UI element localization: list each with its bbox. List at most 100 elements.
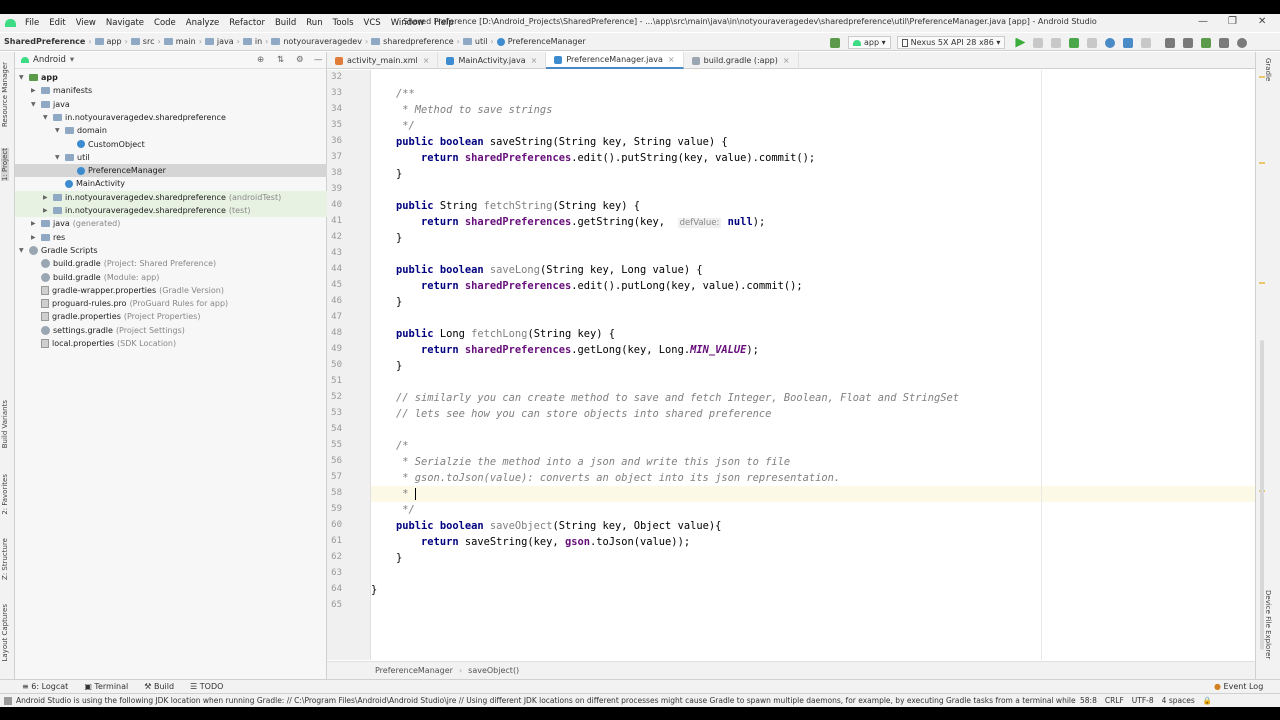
avd-manager-icon[interactable] <box>1183 37 1194 48</box>
code-line[interactable]: } <box>371 550 1255 566</box>
expanded-arrow-icon[interactable]: ▼ <box>43 114 53 121</box>
tree-item[interactable]: build.gradle (Module: app) <box>15 271 159 284</box>
code-line[interactable]: */ <box>371 118 1255 134</box>
todo-tab[interactable]: ☰ TODO <box>182 682 231 691</box>
hide-panel-icon[interactable]: — <box>314 55 323 65</box>
breadcrumb-item[interactable]: SharedPreference <box>4 37 85 46</box>
run-icon[interactable] <box>1015 37 1026 48</box>
code-line[interactable]: return sharedPreferences.edit().putStrin… <box>371 150 1255 166</box>
breadcrumb-item[interactable]: sharedpreference <box>371 37 454 46</box>
file-encoding[interactable]: UTF-8 <box>1132 696 1154 705</box>
device-select[interactable]: Nexus 5X API 28 x86 ▾ <box>896 36 1006 49</box>
breadcrumb-item[interactable]: app <box>94 37 122 46</box>
code-line[interactable]: // lets see how you can store objects in… <box>371 406 1255 422</box>
event-log-tab[interactable]: ● Event Log <box>1214 682 1263 691</box>
code-line[interactable]: */ <box>371 502 1255 518</box>
tree-item[interactable]: local.properties (SDK Location) <box>15 337 176 350</box>
apply-code-changes-icon[interactable] <box>1051 37 1062 48</box>
scope-target-icon[interactable]: ⊕ <box>257 55 264 65</box>
menu-build[interactable]: Build <box>270 18 301 28</box>
stop-icon[interactable] <box>1141 37 1152 48</box>
menu-vcs[interactable]: VCS <box>359 18 386 28</box>
tree-item[interactable]: ▼ util <box>15 151 90 164</box>
menu-navigate[interactable]: Navigate <box>101 18 149 28</box>
hammer-icon[interactable] <box>830 37 840 48</box>
status-toggle-icon[interactable] <box>4 696 12 705</box>
code-editor[interactable]: /** * Method to save strings */ public b… <box>371 70 1255 660</box>
warning-marker[interactable] <box>1259 76 1265 78</box>
tree-item[interactable]: build.gradle (Project: Shared Preference) <box>15 257 216 270</box>
code-line[interactable] <box>371 182 1255 198</box>
tree-item[interactable]: gradle.properties (Project Properties) <box>15 310 200 323</box>
structure-tab[interactable]: Z: Structure <box>1 538 9 580</box>
tree-item[interactable]: ▼ Gradle Scripts <box>15 244 98 257</box>
tree-item[interactable]: ▼ app <box>15 71 58 84</box>
code-line[interactable]: /* <box>371 438 1255 454</box>
code-line[interactable]: } <box>371 294 1255 310</box>
code-line[interactable]: // similarly you can create method to sa… <box>371 390 1255 406</box>
breadcrumb-item[interactable]: PreferenceManager <box>496 37 586 46</box>
tree-item[interactable]: ▶ in.notyouraveragedev.sharedpreference (t… <box>15 204 327 217</box>
debug-icon[interactable] <box>1069 37 1080 48</box>
code-line[interactable] <box>371 246 1255 262</box>
code-line[interactable]: } <box>371 358 1255 374</box>
code-line[interactable]: * gson.toJson(value): converts an object… <box>371 470 1255 486</box>
minimize-icon[interactable]: — <box>1198 16 1208 27</box>
collapse-all-icon[interactable]: ⇅ <box>277 55 284 65</box>
code-line[interactable]: public boolean saveString(String key, St… <box>371 134 1255 150</box>
tree-item[interactable]: ▼ in.notyouraveragedev.sharedpreference <box>15 111 226 124</box>
tree-item[interactable]: gradle-wrapper.properties (Gradle Version… <box>15 284 224 297</box>
layout-inspector-icon[interactable] <box>1219 37 1230 48</box>
sdk-manager-icon[interactable] <box>1201 37 1212 48</box>
code-line[interactable]: * Method to save strings <box>371 102 1255 118</box>
terminal-tab[interactable]: ▣ Terminal <box>76 682 136 691</box>
tree-item[interactable]: ▶ in.notyouraveragedev.sharedpreference (a… <box>15 190 327 204</box>
marker[interactable] <box>1259 162 1265 164</box>
run-config-select[interactable]: app ▾ <box>848 36 891 49</box>
breadcrumb-class[interactable]: PreferenceManager <box>375 666 453 675</box>
breadcrumb-item[interactable]: src <box>130 37 154 46</box>
code-line[interactable]: public Long fetchLong(String key) { <box>371 326 1255 342</box>
close-tab-icon[interactable]: × <box>423 56 430 65</box>
code-line[interactable] <box>371 422 1255 438</box>
chevron-down-icon[interactable]: ▾ <box>70 55 74 65</box>
expanded-arrow-icon[interactable]: ▼ <box>19 74 29 81</box>
close-tab-icon[interactable]: × <box>783 56 790 65</box>
close-tab-icon[interactable]: × <box>668 55 675 64</box>
menu-file[interactable]: File <box>20 18 44 28</box>
profile-icon[interactable] <box>1105 37 1116 48</box>
logcat-tab[interactable]: ≡ 6: Logcat <box>14 682 76 691</box>
code-line[interactable]: return sharedPreferences.edit().putLong(… <box>371 278 1255 294</box>
code-line[interactable]: /** <box>371 86 1255 102</box>
collapsed-arrow-icon[interactable]: ▶ <box>31 220 41 227</box>
code-line[interactable]: public boolean saveLong(String key, Long… <box>371 262 1255 278</box>
code-line[interactable]: return saveString(key, gson.toJson(value… <box>371 534 1255 550</box>
coverage-icon[interactable] <box>1087 37 1098 48</box>
code-line[interactable] <box>371 310 1255 326</box>
tree-item[interactable]: ▶ res <box>15 231 65 244</box>
tree-item[interactable]: ▼ java <box>15 98 70 111</box>
line-separator[interactable]: CRLF <box>1105 696 1124 705</box>
code-line[interactable]: } <box>371 230 1255 246</box>
close-icon[interactable]: ✕ <box>1258 16 1266 27</box>
expanded-arrow-icon[interactable]: ▼ <box>55 154 65 161</box>
code-line[interactable]: * Serialzie the method into a json and w… <box>371 454 1255 470</box>
cursor-position[interactable]: 58:8 <box>1080 696 1097 705</box>
resource-manager-tab[interactable]: Resource Manager <box>1 62 9 127</box>
code-line[interactable]: } <box>371 582 1255 598</box>
tree-item[interactable]: CustomObject <box>15 138 145 151</box>
code-line[interactable]: public String fetchString(String key) { <box>371 198 1255 214</box>
tree-item[interactable]: ▶ java (generated) <box>15 217 120 230</box>
code-line[interactable]: * <box>371 486 1255 502</box>
project-view-select[interactable]: Android <box>33 55 66 65</box>
maximize-icon[interactable]: ❐ <box>1228 16 1237 27</box>
menu-analyze[interactable]: Analyze <box>181 18 225 28</box>
expanded-arrow-icon[interactable]: ▼ <box>31 101 41 108</box>
editor-tab[interactable]: PreferenceManager.java × <box>546 52 684 69</box>
editor-tab[interactable]: MainActivity.java × <box>438 52 547 69</box>
breadcrumb-item[interactable]: main <box>163 37 196 46</box>
build-variants-tab[interactable]: Build Variants <box>1 400 9 448</box>
build-tab[interactable]: ⚒ Build <box>136 682 182 691</box>
collapsed-arrow-icon[interactable]: ▶ <box>43 207 53 214</box>
menu-edit[interactable]: Edit <box>44 18 70 28</box>
